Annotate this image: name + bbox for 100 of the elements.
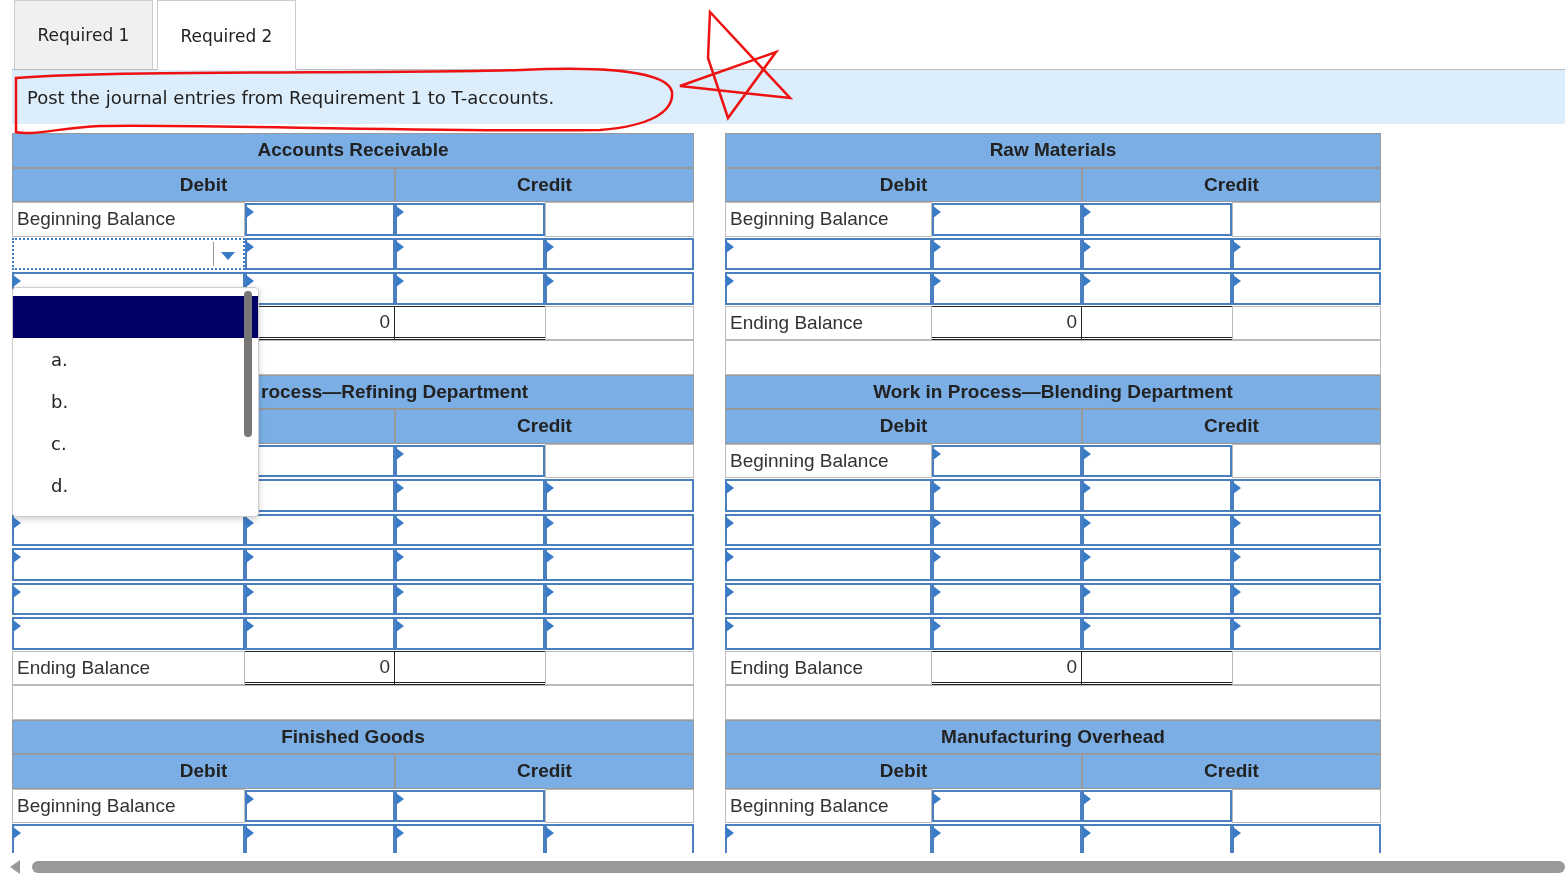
- input-field[interactable]: [932, 789, 1082, 822]
- scrollbar-thumb[interactable]: [244, 291, 252, 437]
- input-field[interactable]: [245, 203, 395, 236]
- marker-icon: [933, 516, 941, 529]
- input-field[interactable]: [395, 617, 545, 650]
- marker-icon: [1233, 827, 1241, 839]
- input-field[interactable]: [545, 548, 694, 581]
- input-field[interactable]: [725, 617, 932, 650]
- account-dropdown[interactable]: [12, 237, 245, 270]
- input-field[interactable]: [932, 824, 1082, 853]
- input-field[interactable]: [545, 582, 694, 615]
- scroll-left-icon[interactable]: [10, 860, 20, 874]
- input-field[interactable]: [395, 548, 545, 581]
- input-field[interactable]: [395, 237, 545, 270]
- column-header: Debit: [725, 409, 1082, 444]
- row-label: Beginning Balance: [12, 788, 245, 823]
- menu-option[interactable]: c.: [13, 422, 258, 464]
- marker-icon: [396, 240, 404, 253]
- marker-icon: [396, 206, 404, 218]
- input-field[interactable]: [245, 582, 395, 615]
- input-field[interactable]: [932, 582, 1082, 615]
- input-field[interactable]: [932, 479, 1082, 512]
- input-field[interactable]: [1082, 237, 1232, 270]
- input-field[interactable]: [395, 582, 545, 615]
- input-field[interactable]: [1232, 513, 1381, 546]
- scrollbar-thumb[interactable]: [32, 861, 1565, 873]
- input-field[interactable]: [245, 617, 395, 650]
- input-field[interactable]: [395, 203, 545, 236]
- input-field[interactable]: [1082, 513, 1232, 546]
- input-field[interactable]: [932, 203, 1082, 236]
- marker-icon: [1233, 275, 1241, 287]
- input-field[interactable]: [395, 789, 545, 822]
- menu-option[interactable]: a.: [13, 338, 258, 380]
- input-field[interactable]: [1082, 272, 1232, 305]
- input-field[interactable]: [1232, 824, 1381, 853]
- input-field[interactable]: [725, 513, 932, 546]
- marker-icon: [396, 551, 404, 563]
- input-field[interactable]: [932, 548, 1082, 581]
- input-field[interactable]: [545, 617, 694, 650]
- marker-icon: [546, 275, 554, 287]
- input-field[interactable]: [1232, 237, 1381, 270]
- input-field[interactable]: [395, 824, 545, 853]
- input-field[interactable]: [245, 272, 395, 305]
- input-field[interactable]: [1232, 548, 1381, 581]
- input-field[interactable]: [725, 582, 932, 615]
- input-field[interactable]: [395, 479, 545, 512]
- input-field[interactable]: [12, 548, 245, 581]
- tab[interactable]: Required 2: [157, 0, 296, 70]
- input-field[interactable]: [932, 272, 1082, 305]
- input-field[interactable]: [245, 237, 395, 270]
- input-field[interactable]: [395, 444, 545, 477]
- input-field[interactable]: [245, 789, 395, 822]
- input-field[interactable]: [545, 513, 694, 546]
- input-field[interactable]: [1082, 789, 1232, 822]
- input-field[interactable]: [725, 272, 932, 305]
- marker-icon: [933, 447, 941, 460]
- marker-icon: [13, 827, 21, 839]
- input-field[interactable]: [932, 513, 1082, 546]
- input-field[interactable]: [1232, 479, 1381, 512]
- column-header: Debit: [12, 167, 395, 202]
- input-field[interactable]: [545, 237, 694, 270]
- marker-icon: [1083, 792, 1091, 805]
- input-field[interactable]: [725, 824, 932, 853]
- input-field[interactable]: [1232, 617, 1381, 650]
- input-field[interactable]: [395, 513, 545, 546]
- marker-icon: [13, 551, 21, 563]
- input-field[interactable]: [12, 617, 245, 650]
- input-field[interactable]: [245, 548, 395, 581]
- input-field[interactable]: [1082, 824, 1232, 853]
- input-field[interactable]: [725, 548, 932, 581]
- input-field[interactable]: [12, 824, 245, 853]
- menu-option[interactable]: b.: [13, 380, 258, 422]
- input-field[interactable]: [12, 582, 245, 615]
- input-field[interactable]: [545, 479, 694, 512]
- input-field[interactable]: [1232, 582, 1381, 615]
- account-title: Manufacturing Overhead: [941, 725, 1165, 748]
- row-label: Beginning Balance: [725, 443, 932, 478]
- menu-option[interactable]: [13, 296, 258, 338]
- tab[interactable]: Required 1: [14, 0, 153, 69]
- input-field[interactable]: [395, 272, 545, 305]
- input-field[interactable]: [245, 824, 395, 853]
- input-field[interactable]: [1082, 203, 1232, 236]
- input-field[interactable]: [932, 237, 1082, 270]
- input-field[interactable]: [725, 479, 932, 512]
- input-field[interactable]: [1082, 479, 1232, 512]
- input-field[interactable]: [245, 513, 395, 546]
- menu-option[interactable]: d.: [13, 464, 258, 506]
- input-field[interactable]: [1082, 444, 1232, 477]
- marker-icon: [1083, 516, 1091, 529]
- input-field[interactable]: [1082, 548, 1232, 581]
- marker-icon: [726, 585, 734, 598]
- input-field[interactable]: [932, 617, 1082, 650]
- input-field[interactable]: [1082, 582, 1232, 615]
- input-field[interactable]: [725, 237, 932, 270]
- marker-icon: [933, 240, 941, 253]
- input-field[interactable]: [932, 444, 1082, 477]
- input-field[interactable]: [545, 824, 694, 853]
- input-field[interactable]: [1082, 617, 1232, 650]
- input-field[interactable]: [545, 272, 694, 305]
- input-field[interactable]: [1232, 272, 1381, 305]
